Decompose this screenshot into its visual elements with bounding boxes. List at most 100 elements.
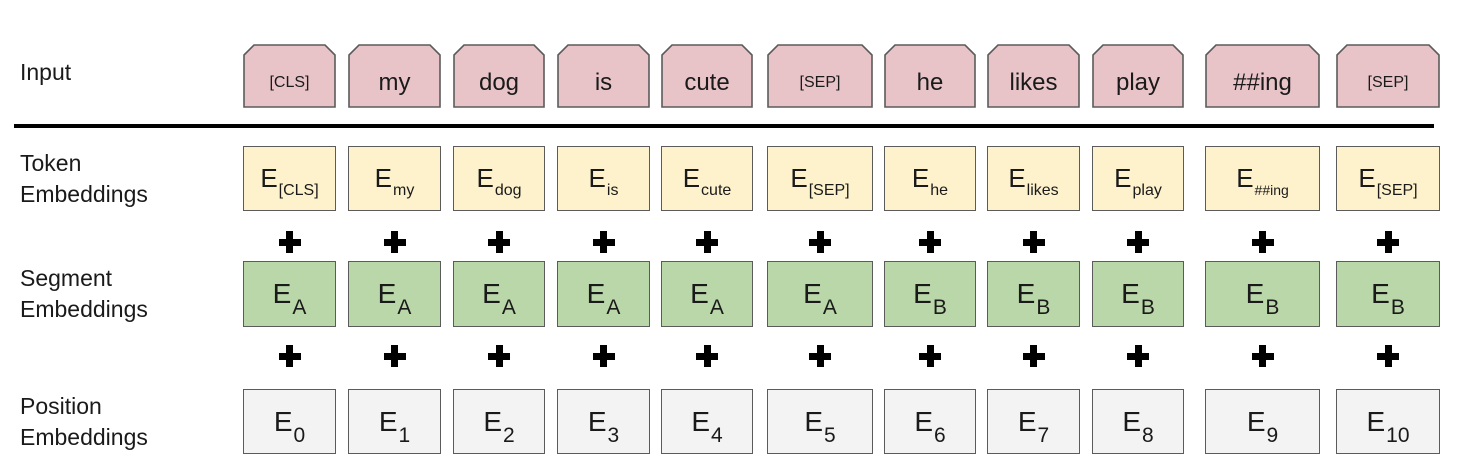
token-label-line2: Embeddings: [20, 181, 148, 207]
embedding-column: [CLS] E [CLS] EA E0: [243, 0, 336, 458]
position-embedding-label: E5: [804, 405, 835, 447]
embedding-column: [SEP] E[SEP] EB E10: [1336, 0, 1440, 458]
token-embedding-box: E[SEP]: [1336, 146, 1440, 211]
segment-embedding-label: EB: [913, 278, 947, 319]
plus-icon: [1205, 345, 1320, 367]
embedding-symbol: E: [378, 405, 398, 437]
embedding-symbol: E: [1017, 405, 1037, 437]
embedding-subscript: A: [397, 296, 412, 319]
position-embedding-label: E0: [273, 405, 305, 447]
segment-label-line2: Embeddings: [20, 296, 148, 322]
embedding-subscript: A: [709, 296, 724, 319]
position-embedding-label: E10: [1366, 405, 1409, 447]
plus-icon: [1092, 231, 1184, 253]
segment-embedding-label: EB: [1017, 278, 1051, 319]
position-label-line1: Position: [20, 393, 102, 419]
segment-embedding-box: EA: [243, 261, 336, 327]
token-embedding-label: Elikes: [1008, 163, 1058, 199]
embedding-subscript: B: [932, 296, 947, 319]
segment-embedding-box: EB: [1092, 261, 1184, 327]
embedding-subscript: 3: [607, 423, 620, 447]
input-token-text: [SEP]: [1367, 74, 1409, 91]
embedding-subscript: A: [501, 296, 516, 319]
plus-icon: [884, 231, 976, 253]
segment-embedding-label: EA: [587, 278, 621, 319]
embedding-subscript: B: [1265, 296, 1280, 319]
segment-label-line1: Segment: [20, 265, 113, 291]
token-embedding-box: E[SEP]: [767, 146, 873, 211]
embedding-symbol: E: [682, 163, 701, 193]
token-embedding-label: E[SEP]: [790, 163, 849, 199]
plus-icon: [348, 231, 441, 253]
token-embedding-label: Ecute: [682, 163, 732, 199]
embedding-symbol: E: [1358, 163, 1376, 193]
embedding-symbol: E: [588, 163, 606, 193]
embedding-subscript: A: [292, 296, 307, 319]
segment-embedding-box: EA: [767, 261, 873, 327]
embedding-subscript: he: [930, 182, 949, 199]
embedding-symbol: E: [1366, 405, 1386, 437]
embedding-column: [SEP] E[SEP] EA E5: [767, 0, 873, 458]
segment-embedding-box: EA: [453, 261, 545, 327]
embedding-subscript: 0: [293, 423, 306, 447]
embedding-column: likes Elikes EB E7: [987, 0, 1080, 458]
input-token-box: he: [884, 44, 976, 108]
embedding-subscript: dog: [494, 182, 522, 199]
token-embedding-label: E##ing: [1236, 163, 1289, 198]
token-embedding-label: Ehe: [912, 163, 948, 199]
token-embedding-label: E[SEP]: [1358, 163, 1417, 199]
segment-embedding-label: EB: [1121, 278, 1155, 319]
row-label-token-embeddings: Token Embeddings: [20, 148, 148, 210]
embedding-subscript: 4: [711, 423, 723, 447]
input-token-box: [CLS]: [243, 44, 336, 108]
segment-embedding-label: EA: [690, 278, 724, 319]
input-token-box: likes: [987, 44, 1080, 108]
token-embedding-label: Emy: [375, 163, 415, 199]
embedding-symbol: E: [804, 405, 823, 437]
embedding-symbol: E: [476, 163, 494, 193]
embedding-column: ##ing E##ing EB E9: [1205, 0, 1320, 458]
segment-embedding-box: EB: [1205, 261, 1320, 327]
segment-embedding-label: EA: [803, 278, 837, 319]
input-token-text: [CLS]: [269, 74, 310, 91]
plus-icon: [557, 345, 650, 367]
plus-icon: [243, 345, 336, 367]
embedding-subscript: likes: [1026, 182, 1059, 199]
position-embedding-label: E6: [914, 406, 945, 447]
segment-embedding-box: EA: [348, 261, 441, 327]
input-token-box: my: [348, 44, 441, 108]
embedding-symbol: E: [587, 405, 607, 437]
position-embedding-label: E2: [483, 406, 514, 447]
embedding-subscript: [CLS]: [278, 182, 319, 199]
embedding-subscript: cute: [701, 182, 732, 199]
segment-embedding-label: EB: [1371, 278, 1405, 319]
embedding-subscript: play: [1132, 182, 1162, 199]
embedding-subscript: ##ing: [1254, 182, 1289, 198]
embedding-subscript: is: [606, 182, 619, 199]
embedding-symbol: E: [1121, 278, 1140, 309]
embedding-symbol: E: [377, 278, 397, 309]
position-embedding-box: E0: [243, 389, 336, 454]
token-embedding-box: Elikes: [987, 146, 1080, 211]
embedding-subscript: 5: [824, 423, 836, 447]
position-embedding-box: E1: [348, 389, 441, 454]
embedding-column: cute Ecute EA E4: [661, 0, 753, 458]
input-token-text: [SEP]: [799, 74, 841, 91]
embedding-subscript: B: [1390, 296, 1405, 319]
position-embedding-box: E9: [1205, 389, 1320, 454]
input-token-box: cute: [661, 44, 753, 108]
row-label-input: Input: [20, 57, 71, 88]
embedding-symbol: E: [1371, 278, 1390, 309]
embedding-column: play Eplay EB E8: [1092, 0, 1184, 458]
token-embedding-box: Emy: [348, 146, 441, 211]
row-label-segment-embeddings: Segment Embeddings: [20, 263, 148, 325]
segment-embedding-box: EB: [884, 261, 976, 327]
embedding-symbol: E: [913, 278, 932, 309]
embedding-symbol: E: [273, 405, 293, 437]
plus-icon: [767, 345, 873, 367]
embedding-column: he Ehe EB E6: [884, 0, 976, 458]
position-embedding-box: E7: [987, 389, 1080, 454]
segment-embedding-label: EA: [273, 278, 307, 319]
row-label-position-embeddings: Position Embeddings: [20, 391, 148, 453]
input-token-box: dog: [453, 44, 545, 108]
